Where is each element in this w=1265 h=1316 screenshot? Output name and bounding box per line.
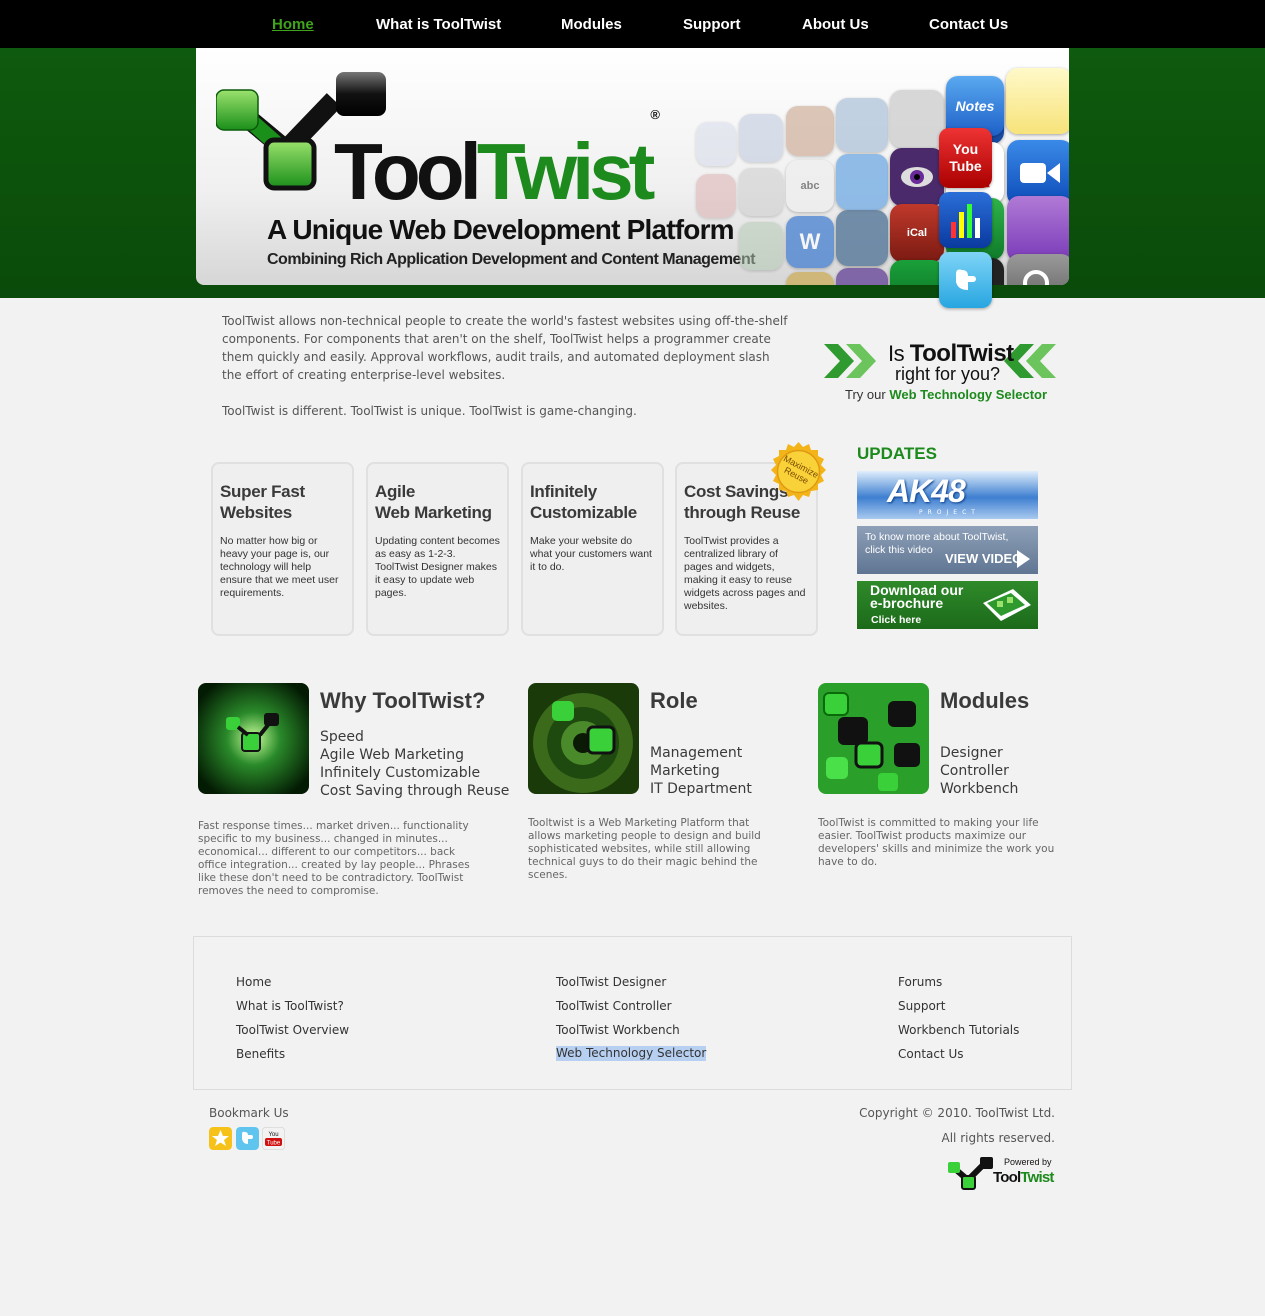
- footer-links-panel: Home What is ToolTwist? ToolTwist Overvi…: [193, 936, 1072, 1090]
- rights-text: All rights reserved.: [941, 1131, 1056, 1145]
- magnifier-icon: [1007, 254, 1069, 285]
- feature-card-super-fast: Super Fast Websites No matter how big or…: [211, 462, 354, 636]
- intro-paragraph: ToolTwist is different. ToolTwist is uni…: [222, 404, 637, 418]
- nav-what-is-tooltwist[interactable]: What is ToolTwist: [376, 16, 501, 33]
- modules-image: [818, 683, 929, 794]
- footer-column: ToolTwist Designer ToolTwist Controller …: [556, 970, 707, 1061]
- footer-link-forums[interactable]: Forums: [898, 970, 1019, 994]
- footer-link-overview[interactable]: ToolTwist Overview: [236, 1018, 349, 1042]
- footer-link-home[interactable]: Home: [236, 970, 349, 994]
- selector-try-line: Try our Web Technology Selector: [845, 387, 1048, 402]
- copyright-text: Copyright © 2010. ToolTwist Ltd.: [859, 1106, 1055, 1120]
- nav-home[interactable]: Home: [272, 16, 314, 33]
- bar-chart-icon: [939, 192, 992, 248]
- favorite-star-icon[interactable]: [209, 1127, 232, 1150]
- role-image: [528, 683, 639, 794]
- footer-column: Forums Support Workbench Tutorials Conta…: [898, 970, 1019, 1066]
- twitter-icon: [939, 252, 992, 308]
- promo-list-role: Management Marketing IT Department: [650, 745, 752, 797]
- feature-text: No matter how big or heavy your page is,…: [220, 535, 339, 599]
- app-icon: [696, 174, 736, 218]
- maximize-reuse-seal-icon: Maximize Reuse: [771, 442, 826, 501]
- screen-icon: [890, 260, 944, 285]
- notes-icon: Notes: [946, 76, 1004, 136]
- footer-link-tutorials[interactable]: Workbench Tutorials: [898, 1018, 1019, 1042]
- intro-text: ToolTwist allows non-technical people to…: [222, 312, 792, 438]
- footer-link-benefits[interactable]: Benefits: [236, 1042, 349, 1066]
- updates-heading: UPDATES: [857, 444, 937, 463]
- eye-icon: [890, 148, 944, 206]
- nav-support[interactable]: Support: [683, 16, 741, 33]
- view-video-banner[interactable]: To know more about ToolTwist, click this…: [857, 526, 1038, 574]
- youtube-icon: You Tube: [939, 128, 992, 188]
- promo-title-modules: Modules: [940, 688, 1030, 713]
- feature-title: Super Fast Websites: [220, 482, 305, 522]
- promo-list-modules: Designer Controller Workbench: [940, 745, 1019, 797]
- technology-selector-promo[interactable]: Is ToolTwist right for you? Try our Web …: [822, 338, 1058, 408]
- promo-title-role: Role: [650, 688, 698, 713]
- twitter-icon[interactable]: [236, 1127, 259, 1150]
- feature-title: Agile Web Marketing: [375, 482, 492, 522]
- footer-link-contact-us[interactable]: Contact Us: [898, 1042, 1019, 1066]
- ak48-project-banner[interactable]: AK48 PROJECT: [857, 471, 1038, 519]
- feature-text: Make your website do what your customers…: [530, 535, 652, 573]
- svg-text:You: You: [268, 1132, 278, 1138]
- download-brochure-banner[interactable]: Download our e-brochure Click here: [857, 581, 1038, 629]
- youtube-icon[interactable]: You Tube: [262, 1127, 285, 1150]
- nav-about-us[interactable]: About Us: [802, 16, 869, 33]
- ical-icon: iCal: [890, 204, 944, 262]
- promo-title-why: Why ToolTwist?: [320, 688, 486, 713]
- tooltwist-logo-icon: [948, 1157, 993, 1190]
- web-technology-selector-link[interactable]: Web Technology Selector: [889, 387, 1047, 402]
- promo-desc-role: Tooltwist is a Web Marketing Platform th…: [528, 817, 761, 881]
- bookmark-label: Bookmark Us: [209, 1106, 289, 1120]
- play-icon: [1017, 550, 1030, 568]
- svg-text:Tube: Tube: [267, 1141, 281, 1147]
- top-navigation: Home What is ToolTwist Modules Support A…: [0, 0, 1265, 48]
- double-chevron-right-icon: [824, 344, 876, 378]
- feature-text: Updating content becomes as easy as 1-2-…: [375, 535, 500, 599]
- feature-title: Infinitely Customizable: [530, 482, 637, 522]
- wikipedia-icon: W: [786, 216, 834, 268]
- tooltwist-wordmark: ToolTwist®: [334, 107, 660, 216]
- grid-pattern-icon: [1007, 196, 1069, 262]
- feature-card-customizable: Infinitely Customizable Make your websit…: [521, 462, 664, 636]
- footer-link-workbench[interactable]: ToolTwist Workbench: [556, 1018, 706, 1042]
- app-icon: [739, 222, 783, 270]
- selector-subheading: right for you?: [895, 364, 1001, 384]
- app-icon: [836, 98, 888, 152]
- compass-icon: [836, 154, 888, 210]
- mail-icon: [890, 90, 944, 148]
- brochure-icon: [983, 589, 1031, 621]
- intro-paragraph: ToolTwist allows non-technical people to…: [222, 314, 788, 382]
- feature-text: ToolTwist provides a centralized library…: [684, 535, 806, 612]
- banner-tagline: A Unique Web Development Platform: [267, 214, 735, 245]
- footer-link-what-is-tooltwist[interactable]: What is ToolTwist?: [236, 994, 349, 1018]
- app-icon: [739, 114, 783, 162]
- app-icon: [836, 210, 888, 266]
- notepad-icon: [1006, 68, 1069, 134]
- why-tooltwist-image: [198, 683, 309, 794]
- promo-desc-modules: ToolTwist is committed to making your li…: [818, 817, 1055, 868]
- star-icon: [786, 272, 834, 285]
- footer-column: Home What is ToolTwist? ToolTwist Overvi…: [236, 970, 349, 1066]
- nav-modules[interactable]: Modules: [561, 16, 622, 33]
- app-icon: [696, 122, 736, 166]
- promo-list-why: Speed Agile Web Marketing Infinitely Cus…: [320, 729, 510, 799]
- feature-card-agile: Agile Web Marketing Updating content bec…: [366, 462, 509, 636]
- abc-icon: abc: [786, 160, 834, 212]
- app-icon: [786, 106, 834, 156]
- promo-desc-why: Fast response times... market driven... …: [198, 820, 470, 897]
- powered-by-tooltwist-logo[interactable]: Powered by ToolTwist: [946, 1156, 1056, 1190]
- app-icon: [739, 168, 783, 216]
- nav-contact-us[interactable]: Contact Us: [929, 16, 1008, 33]
- footer-link-support[interactable]: Support: [898, 994, 1019, 1018]
- footer-link-designer[interactable]: ToolTwist Designer: [556, 970, 706, 994]
- footer-link-web-technology-selector[interactable]: Web Technology Selector: [556, 1046, 707, 1061]
- eye-icon: [836, 268, 888, 285]
- app-icon-collage: Notes abc A W iCal css i: [676, 62, 1069, 285]
- footer-link-controller[interactable]: ToolTwist Controller: [556, 994, 706, 1018]
